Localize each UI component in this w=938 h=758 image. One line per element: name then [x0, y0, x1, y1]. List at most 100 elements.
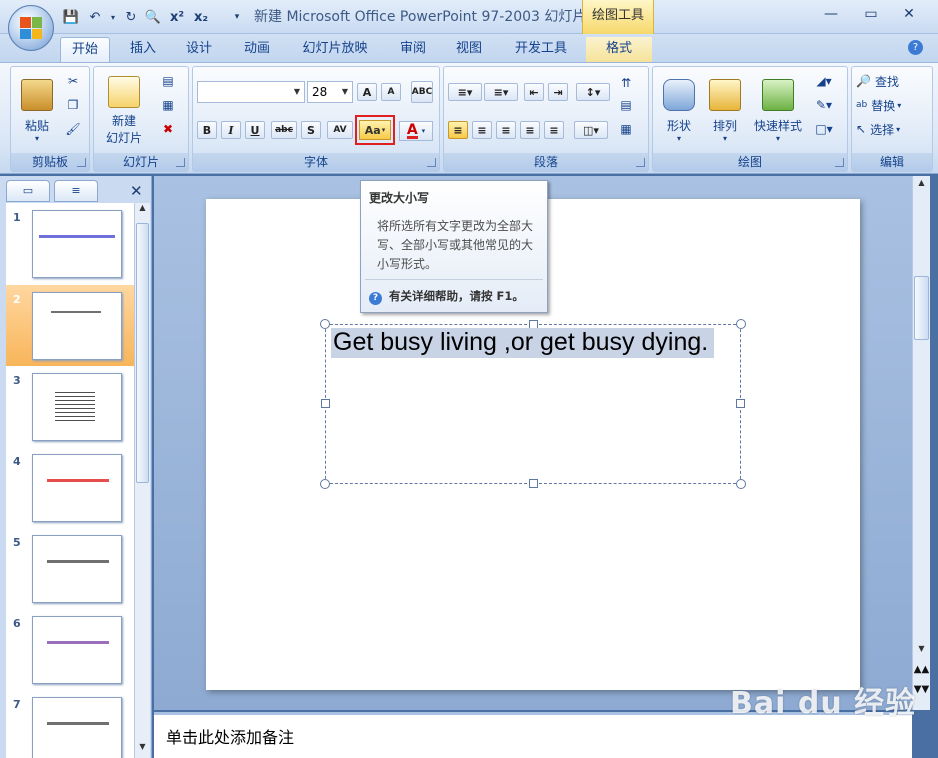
italic-button[interactable]: I: [221, 121, 241, 139]
scroll-up-icon[interactable]: ▲: [135, 203, 150, 219]
notes-placeholder[interactable]: 单击此处添加备注: [166, 724, 294, 748]
customize-qat-icon[interactable]: ▾: [228, 8, 246, 26]
copy-icon[interactable]: ❐: [63, 95, 83, 115]
slide-thumbnail-5[interactable]: 5: [6, 528, 134, 609]
justify-button[interactable]: ≡: [520, 121, 540, 139]
character-spacing-button[interactable]: AV: [327, 121, 353, 139]
clipboard-launcher-icon[interactable]: [77, 158, 86, 167]
smartart-icon[interactable]: ▦: [614, 119, 638, 139]
resize-handle[interactable]: [320, 479, 330, 489]
shape-effects-icon[interactable]: □▾: [809, 119, 839, 139]
resize-handle[interactable]: [321, 399, 330, 408]
decrease-indent-button[interactable]: ⇤: [524, 83, 544, 101]
arrange-button[interactable]: 排列 ▾: [703, 71, 747, 151]
align-text-icon[interactable]: ▤: [614, 95, 638, 115]
align-right-button[interactable]: ≡: [496, 121, 516, 139]
slide-thumbnail-3[interactable]: 3: [6, 366, 134, 447]
undo-dropdown-icon[interactable]: ▾: [104, 8, 122, 26]
drawing-launcher-icon[interactable]: [835, 158, 844, 167]
outline-tab[interactable]: ≡: [54, 180, 98, 202]
font-name-combo[interactable]: ▼: [197, 81, 305, 103]
scroll-thumb[interactable]: [914, 276, 929, 340]
redo-icon[interactable]: ↻: [122, 8, 140, 26]
reset-slide-icon[interactable]: ▦: [156, 95, 180, 115]
scroll-down-icon[interactable]: ▼: [135, 742, 150, 758]
increase-indent-button[interactable]: ⇥: [548, 83, 568, 101]
select-button[interactable]: ↖ 选择 ▾: [856, 119, 928, 139]
office-button[interactable]: [8, 5, 54, 51]
resize-handle[interactable]: [736, 319, 746, 329]
slide-number: 3: [13, 374, 21, 387]
tab-developer[interactable]: 开发工具: [504, 37, 578, 62]
delete-slide-icon[interactable]: ✖: [156, 119, 180, 139]
tab-animations[interactable]: 动画: [234, 37, 280, 62]
shrink-font-button[interactable]: A: [381, 83, 401, 101]
save-icon[interactable]: 💾: [62, 8, 80, 26]
resize-handle[interactable]: [736, 399, 745, 408]
tab-home[interactable]: 开始: [60, 37, 110, 62]
replace-button[interactable]: ab 替换 ▾: [856, 95, 928, 115]
find-button[interactable]: 🔎 查找: [856, 71, 928, 91]
scroll-down-icon[interactable]: ▼: [913, 644, 930, 660]
shapes-button[interactable]: 形状 ▾: [657, 71, 701, 151]
tab-insert[interactable]: 插入: [120, 37, 166, 62]
print-preview-icon[interactable]: 🔍: [144, 8, 162, 26]
grow-font-button[interactable]: A: [357, 83, 377, 101]
slide-scrollbar[interactable]: ▲ ▼ ▲▲ ▼▼: [912, 176, 930, 710]
tab-slideshow[interactable]: 幻灯片放映: [292, 37, 378, 62]
slide-thumbnail-1[interactable]: 1: [6, 203, 134, 284]
thumbnails-scrollbar[interactable]: ▲ ▼: [134, 203, 150, 758]
format-painter-icon[interactable]: 🖌: [63, 119, 83, 139]
maximize-button[interactable]: ▭: [860, 6, 882, 26]
slide-selected-text[interactable]: Get busy living ,or get busy dying.: [331, 328, 715, 358]
pane-close-icon[interactable]: ✕: [130, 182, 143, 200]
tab-design[interactable]: 设计: [176, 37, 222, 62]
font-color-button[interactable]: A ▾: [399, 121, 433, 141]
slide-thumbnail-6[interactable]: 6: [6, 609, 134, 690]
cut-icon[interactable]: ✂: [63, 71, 83, 91]
numbering-button[interactable]: ≡▾: [484, 83, 518, 101]
change-case-button[interactable]: Aa ▾: [359, 120, 391, 140]
line-spacing-button[interactable]: ↕▾: [576, 83, 610, 101]
undo-icon[interactable]: ↶: [86, 8, 104, 26]
slide-thumbnail-7[interactable]: 7: [6, 690, 134, 758]
paste-button[interactable]: 粘贴 ▾: [19, 71, 55, 151]
font-launcher-icon[interactable]: [427, 158, 436, 167]
tab-format[interactable]: 格式: [586, 37, 652, 62]
text-shadow-button[interactable]: S: [301, 121, 321, 139]
bullets-button[interactable]: ≡▾: [448, 83, 482, 101]
shape-fill-icon[interactable]: ◢▾: [809, 71, 839, 91]
shape-outline-icon[interactable]: ✎▾: [809, 95, 839, 115]
slides-launcher-icon[interactable]: [176, 158, 185, 167]
columns-button[interactable]: ◫▾: [574, 121, 608, 139]
thumbnail-preview: [32, 616, 122, 684]
slide-thumbnail-2[interactable]: 2: [6, 285, 134, 366]
underline-button[interactable]: U: [245, 121, 265, 139]
align-left-button[interactable]: ≡: [448, 121, 468, 139]
bold-button[interactable]: B: [197, 121, 217, 139]
clear-formatting-button[interactable]: ABC: [411, 81, 433, 103]
text-direction-icon[interactable]: ⇈: [614, 73, 638, 93]
resize-handle[interactable]: [736, 479, 746, 489]
superscript-icon[interactable]: x²: [168, 8, 186, 26]
tab-view[interactable]: 视图: [446, 37, 492, 62]
subscript-icon[interactable]: x₂: [192, 8, 210, 26]
align-center-button[interactable]: ≡: [472, 121, 492, 139]
font-size-combo[interactable]: 28 ▼: [307, 81, 353, 103]
new-slide-button[interactable]: 新建 幻灯片: [98, 71, 150, 151]
distribute-button[interactable]: ≡: [544, 121, 564, 139]
slides-tab[interactable]: ▭: [6, 180, 50, 202]
resize-handle[interactable]: [320, 319, 330, 329]
quick-styles-button[interactable]: 快速样式 ▾: [749, 71, 807, 151]
paragraph-launcher-icon[interactable]: [636, 158, 645, 167]
minimize-button[interactable]: —: [820, 6, 842, 26]
scroll-up-icon[interactable]: ▲: [913, 178, 930, 194]
slide-thumbnail-4[interactable]: 4: [6, 447, 134, 528]
tab-review[interactable]: 审阅: [390, 37, 436, 62]
scroll-thumb[interactable]: [136, 223, 149, 483]
layout-icon[interactable]: ▤: [156, 71, 180, 91]
resize-handle[interactable]: [529, 479, 538, 488]
strikethrough-button[interactable]: abc: [271, 121, 297, 139]
help-icon[interactable]: ?: [908, 40, 923, 55]
close-button[interactable]: ✕: [898, 6, 920, 26]
